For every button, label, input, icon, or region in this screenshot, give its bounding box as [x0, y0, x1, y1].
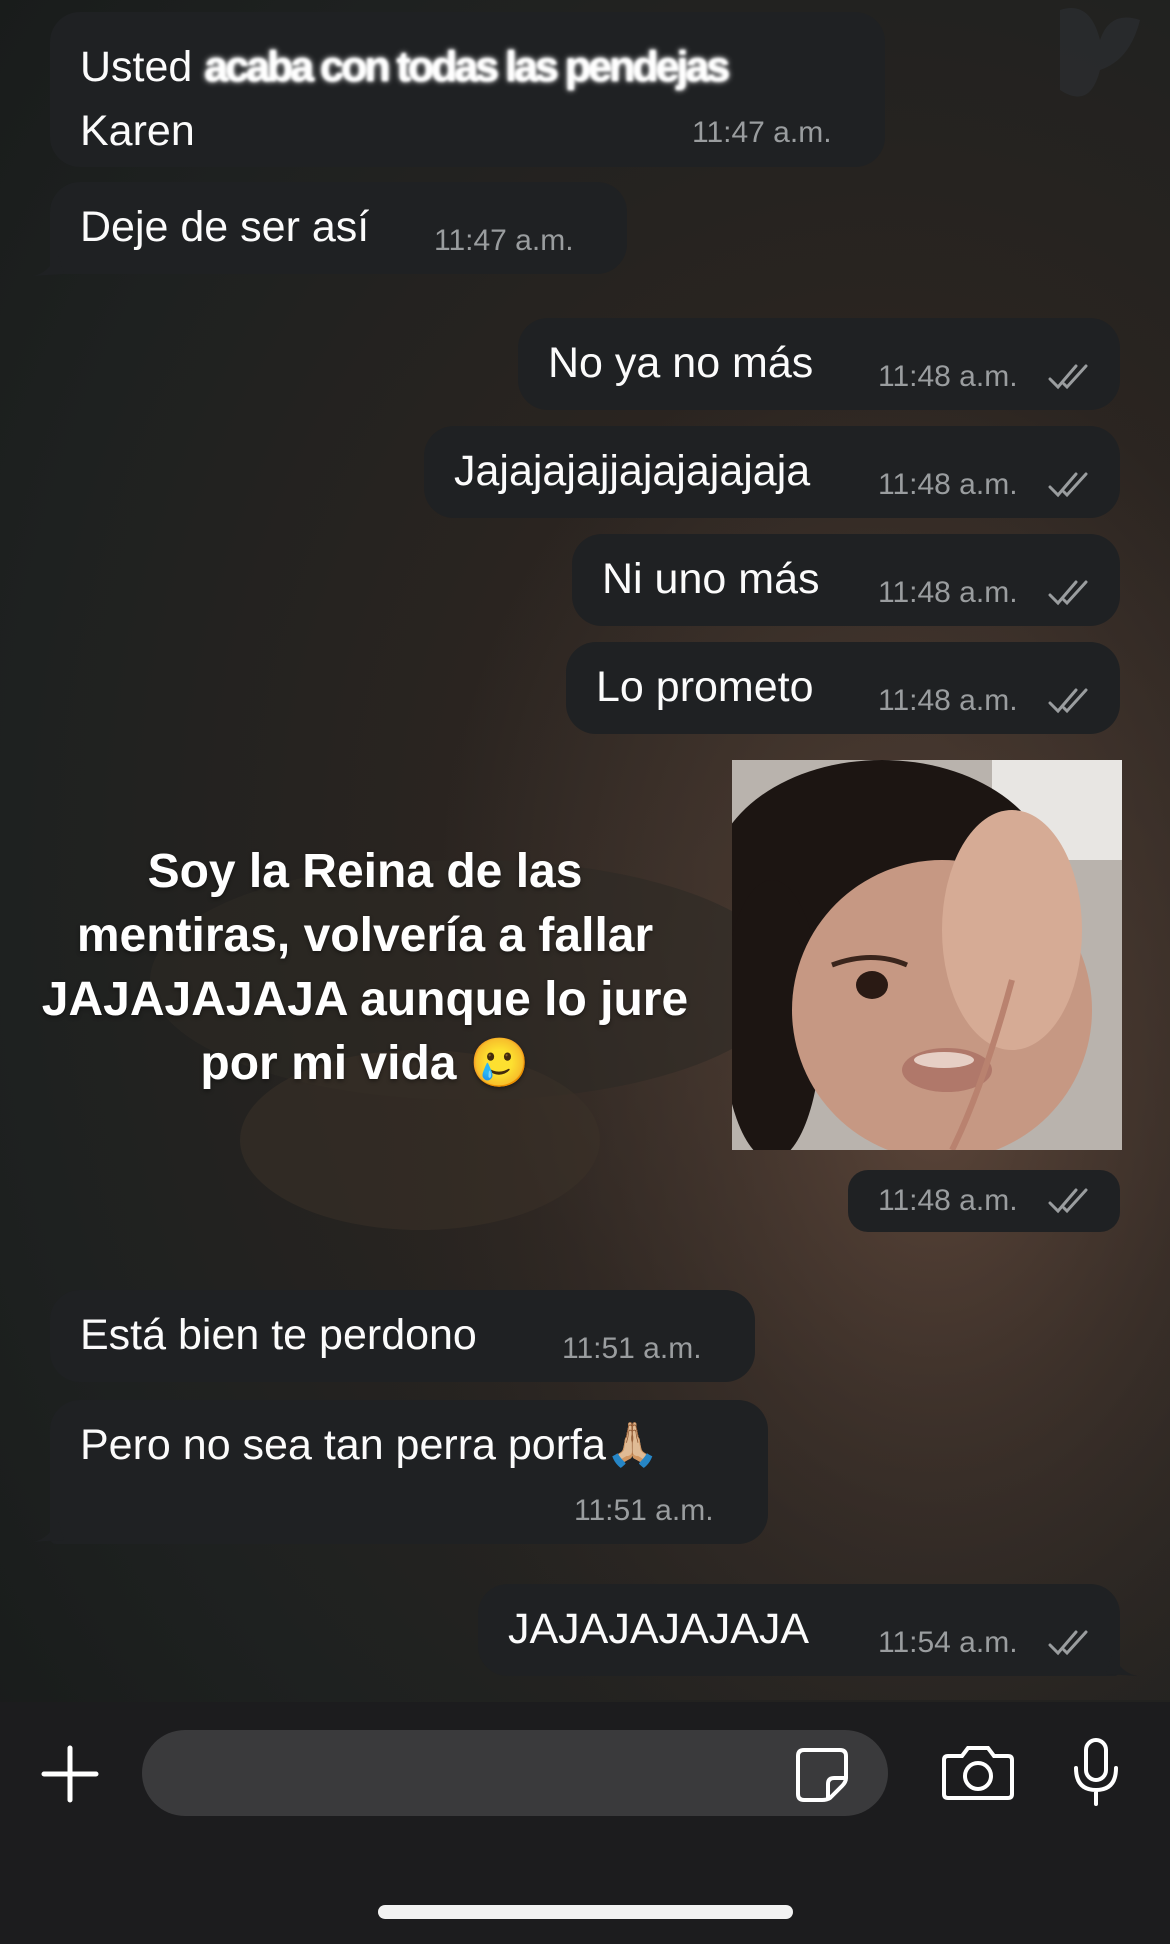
crying-smile-emoji: 🥲	[469, 1037, 530, 1090]
incoming-message-bubble[interactable]: Pero no sea tan perra porfa🙏🏼 11:51 a.m.	[50, 1400, 768, 1544]
message-time: 11:48 a.m.	[878, 1184, 1018, 1217]
incoming-message-bubble[interactable]: Deje de ser así 11:47 a.m.	[50, 182, 627, 274]
overlay-caption: Soy la Reina de las mentiras, volvería a…	[40, 840, 690, 1096]
message-time: 11:51 a.m.	[574, 1494, 714, 1527]
message-time: 11:51 a.m.	[562, 1332, 702, 1365]
bubble-tail	[1106, 1654, 1138, 1676]
shared-photo	[732, 760, 1122, 1150]
message-text: No ya no más	[548, 339, 814, 387]
message-list[interactable]: Usted acaba con todas las pendejas Karen…	[0, 0, 1170, 1700]
message-time: 11:48 a.m.	[878, 684, 1018, 717]
message-text-line2: Karen	[80, 107, 195, 155]
microphone-icon[interactable]	[1068, 1736, 1124, 1808]
bubble-tail	[32, 254, 64, 276]
camera-icon[interactable]	[942, 1742, 1014, 1802]
caption-text: Soy la Reina de las mentiras, volvería a…	[41, 845, 689, 1090]
outgoing-message-bubble[interactable]: Ni uno más 11:48 a.m.	[572, 534, 1120, 626]
praying-hands-emoji: 🙏🏼	[605, 1421, 660, 1469]
redacted-text: acaba con todas las pendejas	[204, 43, 730, 91]
message-text: Deje de ser así	[80, 203, 370, 251]
read-checks-icon	[1048, 580, 1088, 606]
sticker-icon[interactable]	[794, 1746, 850, 1802]
message-text: Jajajajajjajajajajaja	[454, 447, 811, 495]
message-text: Está bien te perdono	[80, 1311, 477, 1359]
message-time: 11:48 a.m.	[878, 360, 1018, 393]
message-time: 11:48 a.m.	[878, 576, 1018, 609]
read-checks-icon	[1048, 472, 1088, 498]
read-checks-icon	[1048, 364, 1088, 390]
read-checks-icon	[1048, 688, 1088, 714]
composer-bar	[0, 1702, 1170, 1944]
incoming-message-bubble[interactable]: Usted acaba con todas las pendejas Karen…	[50, 12, 885, 167]
incoming-message-bubble[interactable]: Está bien te perdono 11:51 a.m.	[50, 1290, 755, 1382]
bubble-tail	[32, 1520, 64, 1542]
message-time: 11:54 a.m.	[878, 1626, 1018, 1659]
message-time: 11:47 a.m.	[692, 116, 832, 149]
home-indicator	[378, 1905, 793, 1919]
message-text: JAJAJAJAJAJA	[508, 1605, 810, 1653]
message-time: 11:47 a.m.	[434, 224, 574, 257]
message-text: Usted	[80, 43, 205, 91]
message-input[interactable]	[142, 1730, 888, 1816]
message-text: Lo prometo	[596, 663, 814, 711]
outgoing-message-bubble[interactable]: JAJAJAJAJAJA 11:54 a.m.	[478, 1584, 1120, 1676]
read-checks-icon	[1048, 1630, 1088, 1656]
message-time: 11:48 a.m.	[878, 468, 1018, 501]
read-checks-icon	[1048, 1188, 1088, 1214]
outgoing-message-bubble[interactable]: Jajajajajjajajajajaja 11:48 a.m.	[424, 426, 1120, 518]
outgoing-message-bubble[interactable]: No ya no más 11:48 a.m.	[518, 318, 1120, 410]
outgoing-message-bubble[interactable]: Lo prometo 11:48 a.m.	[566, 642, 1120, 734]
message-text: Pero no sea tan perra porfa	[80, 1421, 606, 1469]
outgoing-message-bubble[interactable]: 11:48 a.m.	[848, 1170, 1120, 1232]
image-message[interactable]	[732, 760, 1122, 1150]
plus-icon[interactable]	[40, 1744, 100, 1804]
message-text: Ni uno más	[602, 555, 820, 603]
